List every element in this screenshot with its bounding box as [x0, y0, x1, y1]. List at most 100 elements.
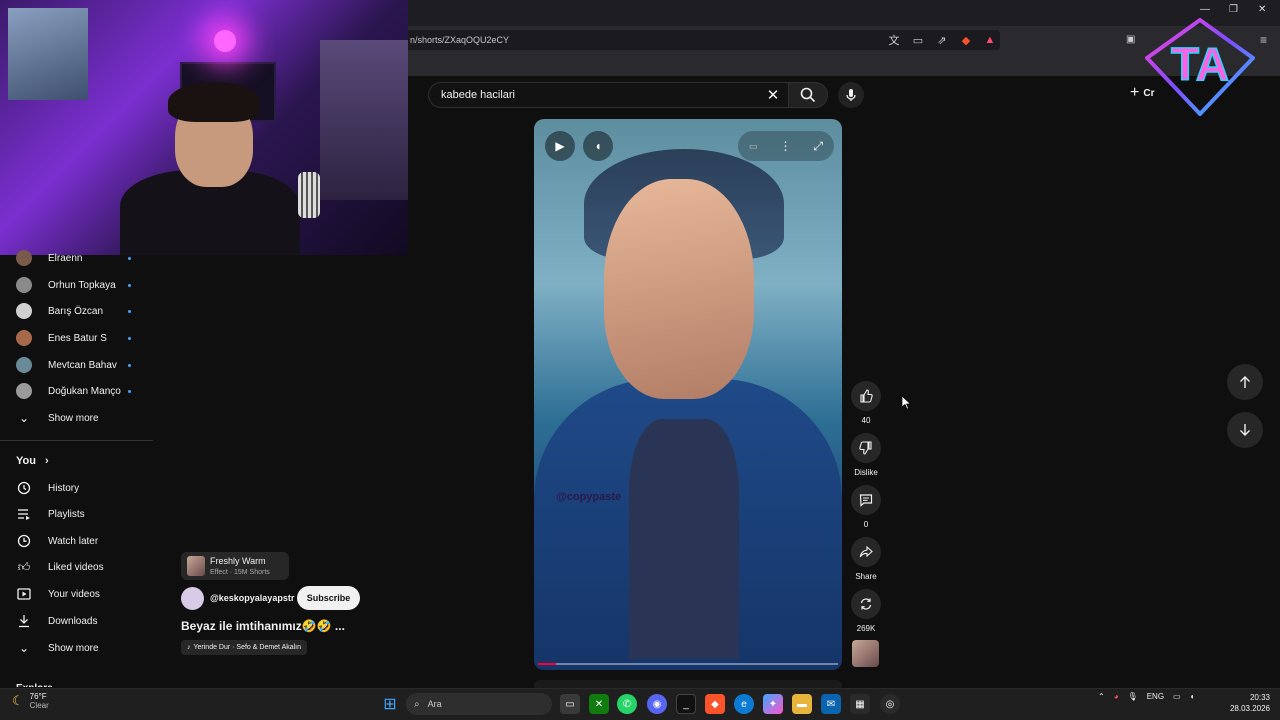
taskbar-clock[interactable]: 20:33 28.03.2026 [1228, 692, 1270, 714]
windows-start-icon[interactable]: ⊞ [380, 694, 400, 714]
xbox-icon[interactable]: ✕ [589, 694, 609, 714]
show-more-you[interactable]: ⌄ Show more [0, 635, 153, 661]
arrow-down-icon [1240, 424, 1250, 436]
you-section-header[interactable]: You › [16, 455, 49, 467]
dislike-button[interactable] [851, 433, 881, 463]
subscribe-button[interactable]: Subscribe [297, 586, 360, 610]
sidebar-subscription[interactable]: Doğukan Manço [0, 378, 153, 404]
like-button[interactable] [851, 381, 881, 411]
short-title[interactable]: Beyaz ile imtihanımız🤣🤣 ... [181, 619, 345, 633]
task-view-icon[interactable]: ▭ [560, 694, 580, 714]
playlists-icon [16, 506, 32, 522]
more-options-icon[interactable]: ⋮ [779, 139, 791, 153]
chrome-icon[interactable]: ◎ [880, 694, 900, 714]
sidebar-divider [0, 440, 153, 441]
remix-button[interactable] [851, 589, 881, 619]
translate-icon[interactable]: 文 [885, 31, 903, 49]
network-icon[interactable]: ▭ [1173, 692, 1181, 701]
microphone-icon [846, 89, 856, 101]
share-action[interactable]: Share [850, 537, 882, 581]
brave-browser-icon[interactable]: ◆ [705, 694, 725, 714]
liked-videos-icon: 👍︎ [17, 559, 31, 574]
volume-button[interactable]: ◖ [583, 131, 613, 161]
sidebar-subscription[interactable]: Enes Batur S [0, 325, 153, 351]
sidebar-item-your-videos[interactable]: Your videos [0, 581, 153, 607]
discord-icon[interactable]: ◉ [647, 694, 667, 714]
app-tray-icon[interactable]: ◕ [1114, 692, 1119, 701]
show-more-label: Show more [48, 412, 99, 424]
video-frame-face [604, 179, 754, 399]
sidebar-subscription[interactable]: Mevtcan Bahav [0, 352, 153, 378]
effect-thumbnail [187, 556, 205, 576]
weather-widget[interactable]: ☾ 76°F Clear [12, 692, 49, 710]
music-chip[interactable]: ♪ Yerinde Dur · Sefo & Demet Akalın [181, 640, 308, 655]
captions-icon[interactable]: ▭ [749, 141, 758, 152]
play-icon: ▶ [555, 139, 565, 153]
share-button[interactable] [851, 537, 881, 567]
previous-short-button[interactable] [1227, 364, 1263, 400]
new-content-dot [128, 389, 131, 393]
show-more-label: Show more [48, 642, 99, 654]
comments-button[interactable] [851, 485, 881, 515]
whatsapp-icon[interactable]: ✆ [617, 694, 637, 714]
brave-rewards-icon[interactable]: ▲ [981, 31, 999, 49]
language-indicator[interactable]: ENG [1147, 692, 1164, 701]
share-icon[interactable]: ⇗ [933, 31, 951, 49]
file-explorer-icon[interactable]: ▬ [792, 694, 812, 714]
dislike-action[interactable]: Dislike [850, 433, 882, 477]
like-action[interactable]: 40 [850, 381, 882, 425]
explore-section-header[interactable]: Explore [16, 681, 53, 687]
play-button[interactable]: ▶ [545, 131, 575, 161]
volume-tray-icon[interactable]: ◖ [1190, 692, 1195, 701]
brave-shield-icon[interactable]: ◆ [957, 31, 975, 49]
microphone-tray-icon[interactable]: 🎙︎ [1128, 692, 1138, 701]
voice-search-button[interactable] [838, 82, 864, 108]
sidebar-subscription[interactable]: Orhun Topkaya [0, 272, 153, 298]
copilot-icon[interactable]: ✦ [763, 694, 783, 714]
subscription-name: Barış Özcan [48, 305, 104, 317]
show-more-subscriptions[interactable]: ⌄ Show more [0, 405, 153, 431]
sidebar-item-downloads[interactable]: Downloads [0, 608, 153, 634]
clear-search-icon[interactable]: ✕ [762, 84, 784, 106]
video-progress-fill [538, 663, 556, 665]
sidebar-item-label: Your videos [48, 588, 100, 600]
comment-count: 0 [863, 520, 869, 529]
sidebar-subscription[interactable]: Elraenn [0, 245, 153, 271]
microsoft-store-icon[interactable]: ▦ [850, 694, 870, 714]
remix-action[interactable]: 269K [850, 589, 882, 633]
short-video-player[interactable]: @copypaste ▶ ◖ ▭ ⋮ ⤢ [534, 119, 842, 670]
search-input[interactable]: kabede hacilari [428, 82, 790, 108]
sidebar-item-liked-videos[interactable]: 👍︎ Liked videos [0, 554, 153, 580]
tray-overflow-icon[interactable]: ⌃ [1098, 692, 1105, 701]
subscription-name: Orhun Topkaya [48, 279, 116, 291]
close-window-button[interactable]: ✕ [1258, 4, 1266, 15]
channel-avatar[interactable] [181, 587, 204, 610]
new-content-dot [128, 283, 131, 287]
edge-icon[interactable]: e [734, 694, 754, 714]
sidebar-item-watch-later[interactable]: Watch later [0, 528, 153, 554]
next-short-button[interactable] [1227, 412, 1263, 448]
streamer-logo: TA [1145, 18, 1255, 116]
taskbar-search[interactable]: ⌕ Ara [406, 693, 552, 715]
menu-icon[interactable]: ≡ [1260, 33, 1267, 47]
outlook-icon[interactable]: ✉ [821, 694, 841, 714]
video-progress-bar[interactable] [538, 663, 838, 665]
sidebar-subscription[interactable]: Barış Özcan [0, 298, 153, 324]
sound-thumbnail[interactable] [852, 640, 879, 667]
comments-action[interactable]: 0 [850, 485, 882, 529]
taskbar-search-placeholder: Ara [427, 699, 442, 709]
fullscreen-icon[interactable]: ⤢ [813, 139, 823, 154]
next-short-peek [534, 680, 842, 688]
terminal-icon[interactable]: _ [676, 694, 696, 714]
sidebar-item-history[interactable]: History [0, 475, 153, 501]
sidebar-toggle-icon[interactable]: ▣ [1126, 34, 1135, 45]
sidebar-item-playlists[interactable]: Playlists [0, 501, 153, 527]
search-button[interactable] [788, 82, 828, 108]
sidebar-item-label: Downloads [48, 615, 98, 627]
volume-icon: ◖ [594, 139, 602, 153]
minimize-button[interactable]: — [1200, 4, 1210, 15]
cast-icon[interactable]: ▭ [909, 31, 927, 49]
chevron-down-icon: ⌄ [18, 411, 30, 425]
maximize-button[interactable]: ❐ [1229, 4, 1238, 15]
channel-name[interactable]: @keskopyalayapstr [210, 593, 294, 603]
